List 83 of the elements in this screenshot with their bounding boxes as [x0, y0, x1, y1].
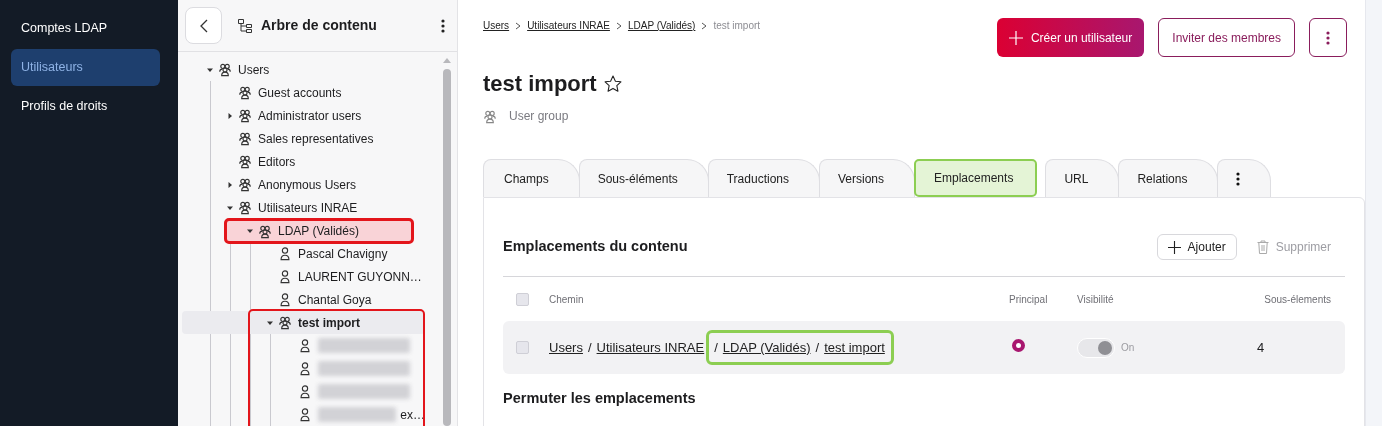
- tab[interactable]: Traductions: [707, 159, 820, 197]
- more-icon: [1236, 171, 1241, 186]
- path-link[interactable]: Utilisateurs INRAE: [596, 339, 705, 355]
- sidebar-item[interactable]: Comptes LDAP: [11, 10, 160, 47]
- tree-item[interactable]: LDAP (Validés): [224, 218, 414, 244]
- breadcrumb-link[interactable]: Users: [483, 18, 510, 33]
- user-group-icon: [483, 108, 497, 124]
- tree-item[interactable]: Pascal Chavigny: [262, 242, 434, 265]
- user-group-icon: [238, 177, 252, 192]
- panel-title: Arbre de contenu: [261, 16, 377, 35]
- user-icon: [298, 338, 312, 353]
- tree-item[interactable]: LAURENT GUYONN…: [262, 265, 434, 288]
- chevron-icon: [701, 21, 708, 30]
- section-title: Permuter les emplacements: [503, 390, 697, 408]
- caret-icon[interactable]: [226, 180, 234, 189]
- breadcrumb-current: test import: [713, 19, 761, 33]
- caret-icon[interactable]: [226, 111, 234, 120]
- user-icon: [278, 246, 292, 261]
- user-group-icon: [218, 62, 232, 77]
- plus-icon: [1008, 30, 1023, 45]
- path-separator: /: [714, 339, 718, 355]
- path-link[interactable]: LDAP (Validés): [722, 339, 811, 355]
- user-group-icon: [238, 131, 252, 146]
- tab[interactable]: Versions: [819, 159, 915, 197]
- back-icon: [199, 18, 208, 33]
- trash-icon: [1256, 240, 1269, 254]
- tree-item[interactable]: Anonymous Users: [222, 173, 434, 196]
- create-button[interactable]: Créer un utilisateur: [996, 18, 1145, 57]
- caret-icon[interactable]: [246, 227, 254, 235]
- tab[interactable]: URL: [1045, 159, 1120, 197]
- tab[interactable]: Relations: [1118, 159, 1219, 197]
- user-group-icon: [258, 223, 272, 239]
- tree-item[interactable]: Utilisateurs INRAE: [222, 196, 434, 219]
- user-icon: [298, 361, 312, 376]
- user-icon: [298, 384, 312, 399]
- tab[interactable]: Sous-éléments: [578, 159, 709, 197]
- toggle-label: On: [1121, 342, 1135, 354]
- add-button[interactable]: Ajouter: [1156, 234, 1237, 260]
- user-group-icon: [238, 154, 252, 169]
- breadcrumb-link[interactable]: LDAP (Validés): [627, 18, 696, 33]
- column-header: Visibilité: [1077, 293, 1114, 305]
- tab[interactable]: Emplacements: [914, 159, 1038, 197]
- user-group-icon: [278, 315, 292, 330]
- user-icon: [298, 407, 312, 422]
- tab[interactable]: Champs: [483, 159, 580, 197]
- plus-icon: [1167, 240, 1181, 254]
- chevron-icon: [515, 21, 522, 30]
- table-cell: 4: [1257, 339, 1265, 355]
- tree-icon: [237, 17, 253, 34]
- page-title: test import: [483, 73, 597, 95]
- path-link[interactable]: Users: [549, 339, 583, 355]
- user-group-icon: [238, 108, 252, 123]
- breadcrumb-link[interactable]: Utilisateurs INRAE: [527, 18, 610, 33]
- path-separator: /: [587, 339, 592, 355]
- radio-button[interactable]: [1012, 338, 1025, 352]
- column-header: Principal: [1009, 293, 1048, 305]
- content-type-label: User group: [509, 108, 569, 125]
- column-header: Chemin: [549, 293, 584, 305]
- tree-item[interactable]: Sales representatives: [222, 127, 434, 150]
- user-group-icon: [238, 85, 252, 100]
- tree-item[interactable]: Editors: [222, 150, 434, 173]
- sidebar-item[interactable]: Utilisateurs: [11, 49, 160, 86]
- path-separator: /: [815, 339, 820, 355]
- user-icon: [278, 292, 292, 307]
- sidebar-item[interactable]: Profils de droits: [11, 88, 160, 125]
- more-icon: [441, 18, 445, 33]
- tree-item[interactable]: Administrator users: [222, 104, 434, 127]
- more-icon: [1326, 30, 1330, 45]
- more-button[interactable]: [1309, 18, 1347, 57]
- path-link[interactable]: test import: [824, 339, 885, 355]
- star-icon[interactable]: [602, 74, 623, 94]
- tree-item[interactable]: Users: [202, 58, 434, 81]
- user-group-icon: [238, 200, 252, 215]
- column-header: Sous-élements: [1264, 293, 1331, 305]
- tree-item[interactable]: Chantal Goya: [262, 288, 434, 311]
- checkbox[interactable]: [516, 341, 529, 354]
- chevron-icon: [615, 21, 622, 30]
- invite-button[interactable]: Inviter des membres: [1158, 18, 1295, 57]
- tree-item[interactable]: Guest accounts: [222, 81, 434, 104]
- user-icon: [278, 269, 292, 284]
- section-title: Emplacements du contenu: [503, 238, 689, 256]
- tree-item[interactable]: ex…: [282, 403, 425, 426]
- checkbox[interactable]: [516, 292, 529, 306]
